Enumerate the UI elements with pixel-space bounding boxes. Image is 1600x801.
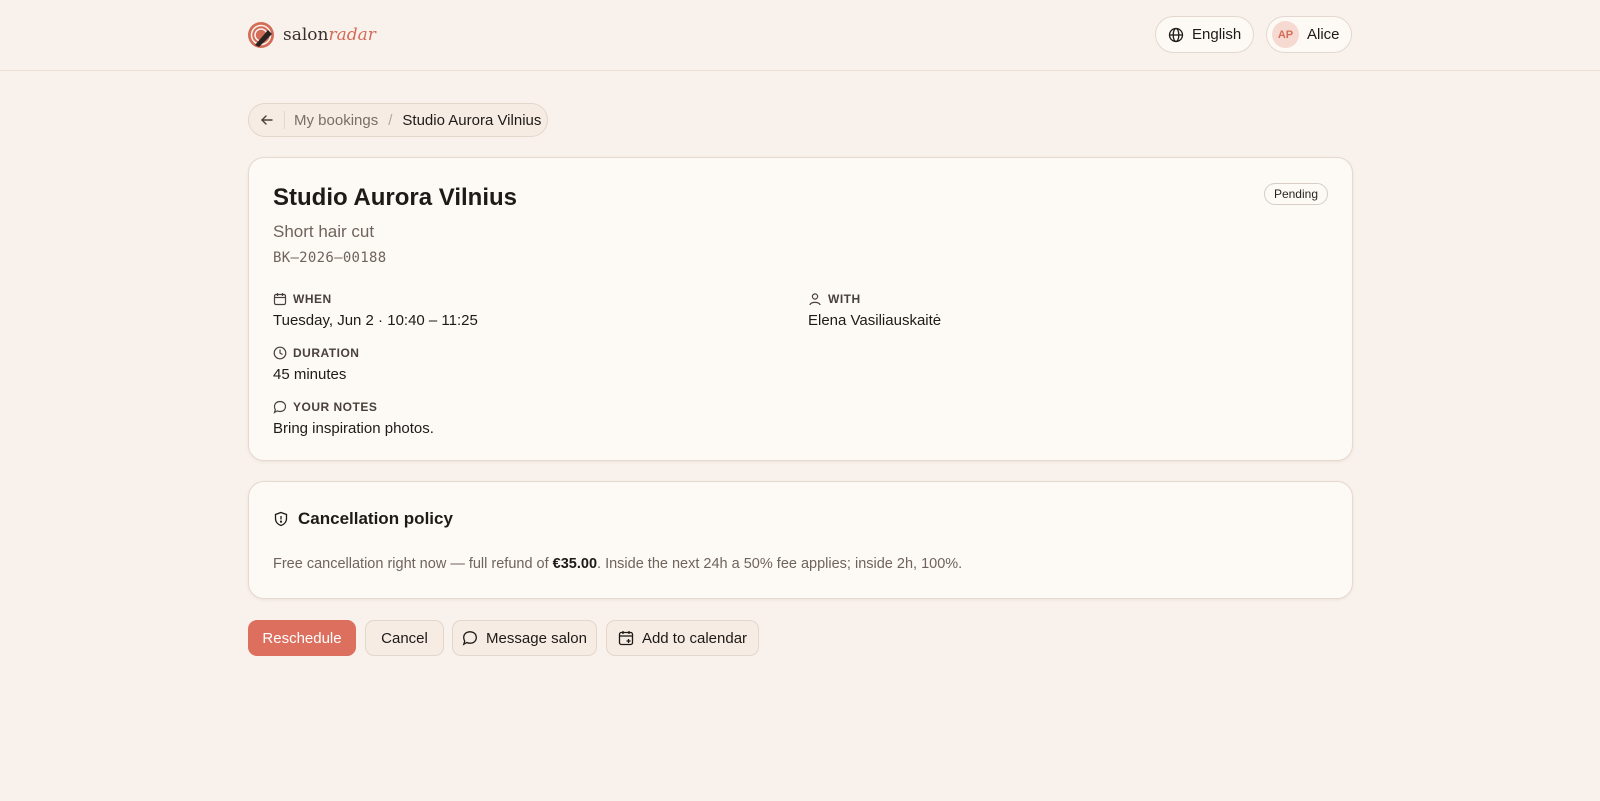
logo-wordmark: salonradar <box>283 25 376 45</box>
calendar-icon <box>273 293 287 306</box>
reschedule-button[interactable]: Reschedule <box>248 620 356 656</box>
shield-icon <box>274 511 288 527</box>
arrow-left-icon <box>260 115 273 125</box>
page-title: Studio Aurora Vilnius <box>273 184 518 211</box>
clock-icon <box>273 346 287 360</box>
globe-icon <box>1168 27 1184 42</box>
with-value: Elena Vasiliauskaitė <box>808 312 942 329</box>
user-icon <box>809 293 821 306</box>
breadcrumb-current: Studio Aurora Vilnius <box>402 111 542 129</box>
refund-amount: €35.00 <box>552 556 598 572</box>
service-name: Short hair cut <box>273 222 375 241</box>
with-label: WITH <box>828 292 861 306</box>
message-bubble-icon <box>273 400 287 414</box>
message-bubble-icon <box>462 631 477 646</box>
notes-field: YOUR NOTES Bring inspiration photos. <box>273 400 434 437</box>
policy-text: Free cancellation right now — full refun… <box>273 556 963 572</box>
when-value: Tuesday, Jun 2 · 10:40 – 11:25 <box>273 312 478 329</box>
language-selector[interactable]: English <box>1155 16 1254 53</box>
when-label: WHEN <box>293 292 332 306</box>
avatar: AP <box>1272 21 1299 48</box>
cancellation-policy-card: Cancellation policy Free cancellation ri… <box>248 481 1353 599</box>
user-menu[interactable]: AP Alice <box>1266 16 1352 53</box>
notes-label: YOUR NOTES <box>293 400 378 414</box>
logo-mark-icon <box>248 22 274 48</box>
breadcrumb: My bookings / Studio Aurora Vilnius <box>248 103 548 137</box>
breadcrumb-my-bookings[interactable]: My bookings <box>294 112 378 129</box>
when-field: WHEN Tuesday, Jun 2 · 10:40 – 11:25 <box>273 292 478 329</box>
calendar-add-icon <box>618 631 634 646</box>
breadcrumb-separator: / <box>388 111 393 129</box>
booking-reference: BK–2026–00188 <box>273 250 387 266</box>
duration-label: DURATION <box>293 346 360 360</box>
booking-details-card: Studio Aurora Vilnius Pending Short hair… <box>248 157 1353 461</box>
cancel-button[interactable]: Cancel <box>365 620 444 656</box>
with-field: WITH Elena Vasiliauskaitė <box>808 292 941 329</box>
top-bar: salonradar English AP Alice <box>0 0 1600 71</box>
policy-title: Cancellation policy <box>298 509 453 528</box>
duration-value: 45 minutes <box>273 366 347 383</box>
notes-value: Bring inspiration photos. <box>273 420 434 437</box>
logo[interactable]: salonradar <box>247 20 376 50</box>
message-salon-button[interactable]: Message salon <box>452 620 597 656</box>
status-badge: Pending <box>1263 183 1328 205</box>
language-label: English <box>1192 26 1242 43</box>
user-name: Alice <box>1307 26 1340 43</box>
back-button[interactable] <box>249 111 285 129</box>
duration-field: DURATION 45 minutes <box>273 346 359 383</box>
add-to-calendar-button[interactable]: Add to calendar <box>606 620 759 656</box>
